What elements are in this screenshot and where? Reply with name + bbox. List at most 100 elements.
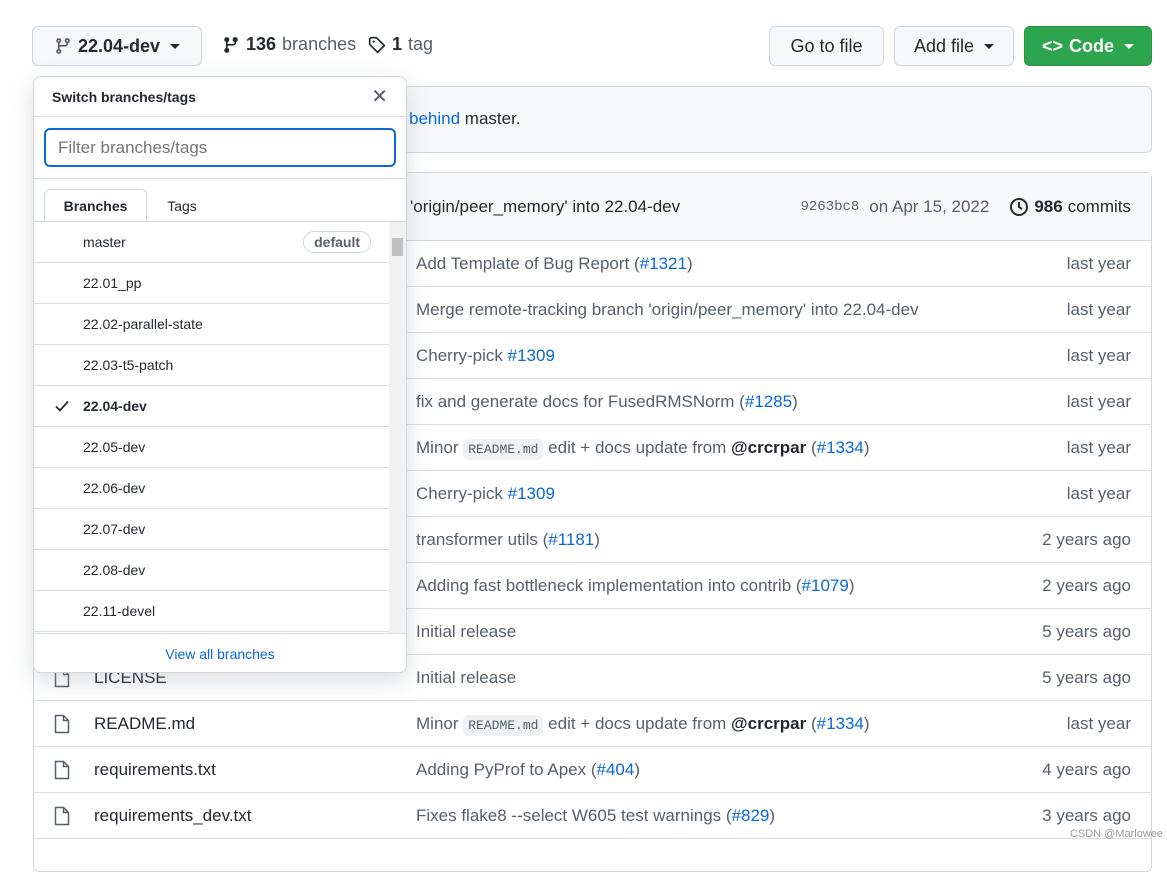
commits-link[interactable]: 986 commits xyxy=(1009,197,1131,217)
commit-message[interactable]: transformer utils (#1181) xyxy=(416,530,1042,550)
commit-message[interactable]: fix and generate docs for FusedRMSNorm (… xyxy=(416,392,1067,412)
commit-date: on Apr 15, 2022 xyxy=(869,196,990,216)
branch-item[interactable]: 22.08-dev xyxy=(34,550,389,591)
msg-text: Merge remote-tracking branch 'origin/pee… xyxy=(416,299,919,319)
commit-message[interactable]: Cherry-pick #1309 xyxy=(416,484,1067,504)
view-all-label: View all branches xyxy=(165,646,275,662)
commits-label: commits xyxy=(1067,196,1131,216)
msg-text: ) xyxy=(792,391,798,411)
file-name[interactable]: requirements.txt xyxy=(94,760,416,780)
commit-message[interactable]: Add Template of Bug Report (#1321) xyxy=(416,254,1067,274)
commit-age: last year xyxy=(1066,483,1131,503)
commit-message[interactable]: Initial release xyxy=(416,668,1042,688)
view-all-branches-link[interactable]: View all branches xyxy=(34,633,406,672)
branch-item[interactable]: 22.06-dev xyxy=(34,468,389,509)
msg-code: README.md xyxy=(463,438,544,460)
commit-message[interactable]: Minor README.md edit + docs update from … xyxy=(416,437,1067,460)
msg-text: Initial release xyxy=(416,667,517,687)
branch-icon xyxy=(224,36,238,53)
pr-link[interactable]: #1309 xyxy=(508,346,555,365)
pr-link[interactable]: #1079 xyxy=(802,576,849,595)
branch-item[interactable]: master default xyxy=(34,222,389,263)
latest-commit-message[interactable]: 'origin/peer_memory' into 22.04-dev xyxy=(410,197,680,217)
commit-message[interactable]: Initial release xyxy=(416,622,1042,642)
pr-link[interactable]: #1181 xyxy=(548,530,594,549)
history-icon xyxy=(1010,197,1029,216)
branch-item[interactable]: 22.02-parallel-state xyxy=(34,304,389,345)
branch-name: 22.04-dev xyxy=(83,398,147,414)
filter-input[interactable] xyxy=(58,137,382,158)
commit-age: last year xyxy=(1066,391,1131,411)
file-row: requirements_dev.txt Fixes flake8 --selec… xyxy=(34,793,1151,839)
go-to-file-button[interactable]: Go to file xyxy=(769,26,884,66)
user-link[interactable]: @crcrpar xyxy=(731,438,806,457)
commit-message[interactable]: Cherry-pick #1309 xyxy=(416,346,1067,366)
pr-link[interactable]: #829 xyxy=(732,806,770,825)
commit-age: last year xyxy=(1066,437,1131,457)
file-name[interactable]: requirements_dev.txt xyxy=(94,806,416,826)
scrollbar[interactable] xyxy=(389,222,406,634)
branch-icon xyxy=(56,38,70,54)
branch-item[interactable]: 22.11-devel xyxy=(34,591,389,632)
pr-link[interactable]: #1334 xyxy=(817,714,864,733)
tab-tags[interactable]: Tags xyxy=(152,189,212,223)
msg-text: edit + docs update from xyxy=(543,713,732,733)
branch-name: 22.06-dev xyxy=(83,480,146,496)
commit-message[interactable]: Minor README.md edit + docs update from … xyxy=(416,713,1067,736)
filter-field[interactable] xyxy=(44,128,396,167)
pr-link[interactable]: #1285 xyxy=(745,392,792,411)
code-button[interactable]: <> Code xyxy=(1024,26,1152,66)
caret-down-icon xyxy=(170,43,181,49)
msg-text: ) xyxy=(594,529,600,549)
commit-sha[interactable]: 9263bc8 xyxy=(800,199,859,215)
pr-link[interactable]: #1321 xyxy=(640,254,687,273)
msg-text: ( xyxy=(806,713,817,733)
msg-text: Adding PyProf to Apex ( xyxy=(416,759,597,779)
file-icon xyxy=(54,714,70,733)
pr-link[interactable]: #404 xyxy=(597,760,635,779)
branch-select-button[interactable]: 22.04-dev xyxy=(32,26,202,66)
commit-age: 2 years ago xyxy=(1042,529,1131,549)
branch-name: 22.01_pp xyxy=(83,275,142,291)
msg-text: transformer utils ( xyxy=(416,529,549,549)
branch-item[interactable]: 22.03-t5-patch xyxy=(34,345,389,386)
commit-message[interactable]: Adding PyProf to Apex (#404) xyxy=(416,760,1042,780)
msg-text: fix and generate docs for FusedRMSNorm ( xyxy=(416,391,745,411)
commit-age: 4 years ago xyxy=(1042,759,1131,779)
check-icon xyxy=(55,400,69,412)
dropdown-title: Switch branches/tags xyxy=(52,88,196,105)
close-icon[interactable]: ✕ xyxy=(371,84,388,109)
tags-link[interactable]: 1 tag xyxy=(368,34,433,55)
dropdown-header: Switch branches/tags ✕ xyxy=(34,77,406,117)
msg-text: ( xyxy=(806,437,817,457)
watermark: CSDN @Marlowee xyxy=(1069,828,1163,840)
commit-message[interactable]: Fixes flake8 --select W605 test warnings… xyxy=(416,806,1042,826)
tab-branches[interactable]: Branches xyxy=(44,189,147,223)
branch-name: master xyxy=(83,234,126,250)
file-icon xyxy=(54,806,70,825)
pr-link[interactable]: #1309 xyxy=(508,484,555,503)
file-name[interactable]: README.md xyxy=(94,714,416,734)
commit-message[interactable]: Adding fast bottleneck implementation in… xyxy=(416,576,1042,596)
commit-age: 3 years ago xyxy=(1042,805,1131,825)
commit-message[interactable]: Merge remote-tracking branch 'origin/pee… xyxy=(416,300,1067,320)
msg-text: Minor xyxy=(416,437,464,457)
add-file-button[interactable]: Add file xyxy=(894,26,1014,66)
current-branch: 22.04-dev xyxy=(77,35,161,56)
pr-link[interactable]: #1334 xyxy=(817,438,864,457)
behind-link[interactable]: behind xyxy=(409,109,460,128)
branch-item[interactable]: 22.05-dev xyxy=(34,427,389,468)
branch-item[interactable]: 22.04-dev xyxy=(34,386,389,427)
msg-text: edit + docs update from xyxy=(543,437,732,457)
branch-item[interactable]: 22.01_pp xyxy=(34,263,389,304)
branch-item[interactable]: 22.07-dev xyxy=(34,509,389,550)
branch-name: 22.05-dev xyxy=(83,439,146,455)
msg-text: ) xyxy=(686,253,693,273)
caret-down-icon xyxy=(984,43,995,49)
user-link[interactable]: @crcrpar xyxy=(731,714,806,733)
msg-text: ) xyxy=(848,575,855,595)
branches-label: branches xyxy=(282,34,357,54)
code-icon: <> xyxy=(1041,35,1064,56)
msg-text: Add Template of Bug Report ( xyxy=(416,253,640,273)
branches-link[interactable]: 136 branches xyxy=(222,34,356,55)
